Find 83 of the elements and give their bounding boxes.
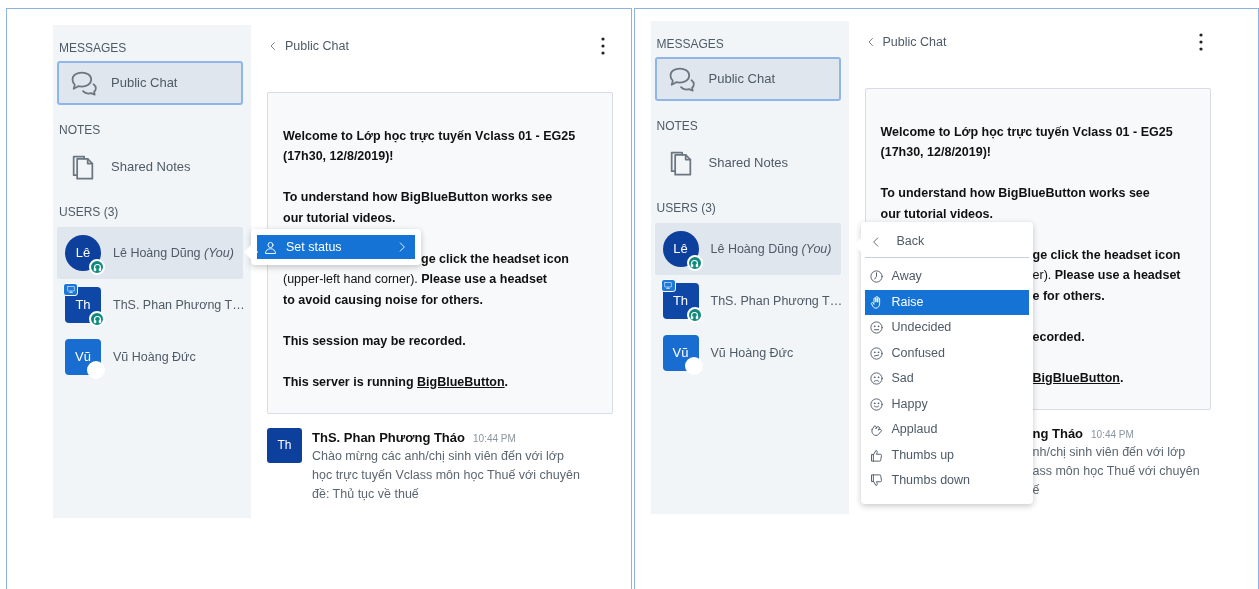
more-options-button[interactable] — [601, 37, 605, 56]
user-name: Vũ Hoàng Đức — [710, 344, 794, 362]
user-name: ThS. Phan Phương T… — [113, 296, 245, 314]
welcome-text-line: This server is running — [283, 373, 415, 391]
section-heading: NOTES — [58, 122, 102, 139]
message-text-line: ế — [1032, 482, 1041, 500]
welcome-text-line: e for others. — [1032, 287, 1105, 305]
user-avatar: Lê — [65, 235, 101, 271]
welcome-text-line: ecorded. — [1032, 328, 1085, 346]
welcome-text-line: to avoid causing noise for others. — [283, 291, 484, 309]
more-icon — [1198, 33, 1203, 52]
shared-notes-item[interactable]: Shared Notes — [654, 141, 841, 185]
status-menu-item[interactable]: Undecided — [864, 315, 1029, 341]
status-menu-item[interactable]: Confused — [864, 340, 1029, 366]
more-icon — [601, 37, 605, 56]
clock-icon — [868, 269, 884, 285]
welcome-text-line: This session may be recorded. — [283, 332, 466, 350]
status-menu-item[interactable]: Sad — [864, 366, 1029, 392]
status-menu-item[interactable]: Thumbs down — [864, 468, 1029, 494]
user-icon — [263, 239, 278, 255]
user-list-item[interactable]: Lê Lê Hoàng Dũng (You) — [57, 227, 243, 279]
welcome-text-line: ge click the headset icon — [421, 250, 569, 268]
status-menu-item[interactable]: Thumbs up — [864, 442, 1029, 468]
welcome-text-line: To understand how BigBlueButton works see — [880, 185, 1150, 203]
section-heading: MESSAGES — [58, 40, 128, 57]
user-name: Vũ Hoàng Đức — [113, 348, 196, 366]
section-heading: MESSAGES — [655, 36, 725, 53]
user-list-item[interactable]: Th ThS. Phan Phương T… — [57, 279, 243, 331]
user-list-item[interactable]: Th ThS. Phan Phương T… — [654, 275, 841, 327]
status-menu-item[interactable]: Happy — [864, 391, 1029, 417]
status-menu-item[interactable]: Raise — [864, 289, 1029, 315]
welcome-text-line: Welcome to Lớp học trực tuyến Vclass 01 - EG25 — [880, 123, 1173, 141]
welcome-text-line: (17h30, 12/8/2019)! — [880, 144, 991, 162]
user-list-item[interactable]: Vũ Vũ Hoàng Đức — [57, 331, 243, 383]
welcome-text-line: (upper-left hand corner). Please use a headset — [283, 271, 548, 289]
welcome-text-line: ge click the headset icon — [1032, 246, 1181, 264]
message-text-line: Chào mừng các anh/chị sinh viên đến với lớp — [312, 448, 565, 466]
user-avatar: Lê — [662, 231, 699, 267]
sender-name: ThS. Phan Phương Tháo — [312, 428, 465, 447]
chat-back-link[interactable]: Public Chat — [267, 37, 349, 56]
clapping-hands-icon — [868, 422, 884, 438]
welcome-text-line: Welcome to Lớp học trực tuyến Vclass 01 - EG25 — [283, 127, 576, 145]
section-heading: USERS (3) — [58, 204, 120, 221]
status-menu-item[interactable]: Applaud — [864, 417, 1029, 443]
chat-icon — [69, 69, 97, 97]
welcome-text-line: er). Please use a headset — [1032, 267, 1181, 285]
back-menu-item[interactable]: Back — [864, 226, 1029, 258]
public-chat-item[interactable]: Public Chat — [57, 61, 243, 105]
user-name: Lê Hoàng Dũng (You) — [113, 244, 234, 262]
bigbluebutton-link[interactable]: BigBlueButton — [417, 372, 505, 392]
section-heading: USERS (3) — [655, 200, 717, 217]
public-chat-item[interactable]: Public Chat — [654, 57, 841, 101]
message-text-line: học trực tuyến Vclass môn học Thuế với chuyên — [312, 467, 580, 485]
sender-name: ng Tháo — [1032, 424, 1084, 443]
punctuation: . — [504, 373, 509, 391]
user-name: Lê Hoàng Dũng (You) — [710, 240, 832, 258]
user-list-item[interactable]: Lê Lê Hoàng Dũng (You) — [654, 223, 841, 275]
smiley-face-icon — [868, 396, 884, 412]
thumbs-up-icon — [868, 447, 884, 463]
set-status-item[interactable]: Set status — [257, 235, 415, 259]
message-text-line: ass môn học Thuế với chuyên — [1032, 463, 1200, 481]
message-time: 10:44 PM — [473, 431, 516, 446]
status-menu-item[interactable]: Away — [864, 264, 1029, 290]
welcome-text-line: our tutorial videos. — [880, 205, 994, 223]
message-time: 10:44 PM — [1091, 427, 1134, 442]
welcome-text-line: (17h30, 12/8/2019)! — [283, 148, 394, 166]
bigbluebutton-link[interactable]: BigBlueButton — [1032, 368, 1120, 388]
welcome-text-line: To understand how BigBlueButton works see — [283, 189, 553, 207]
more-options-button[interactable] — [1198, 33, 1203, 52]
user-name: ThS. Phan Phương T… — [710, 292, 843, 310]
punctuation: . — [1120, 369, 1124, 387]
sad-face-icon — [868, 371, 884, 387]
message-text-line: đề: Thủ tục về thuế — [312, 486, 420, 504]
user-avatar: Th — [267, 427, 302, 463]
chat-back-link[interactable]: Public Chat — [864, 33, 947, 52]
section-heading: NOTES — [655, 118, 699, 135]
shared-notes-item[interactable]: Shared Notes — [57, 145, 243, 189]
neutral-face-icon — [868, 320, 884, 336]
message-text-line: nh/chị sinh viên đến với lớp — [1032, 444, 1187, 462]
welcome-text-line: our tutorial videos. — [283, 209, 396, 227]
confused-face-icon — [868, 345, 884, 361]
thumbs-down-icon — [868, 473, 884, 489]
user-list-item[interactable]: Vũ Vũ Hoàng Đức — [654, 327, 841, 379]
